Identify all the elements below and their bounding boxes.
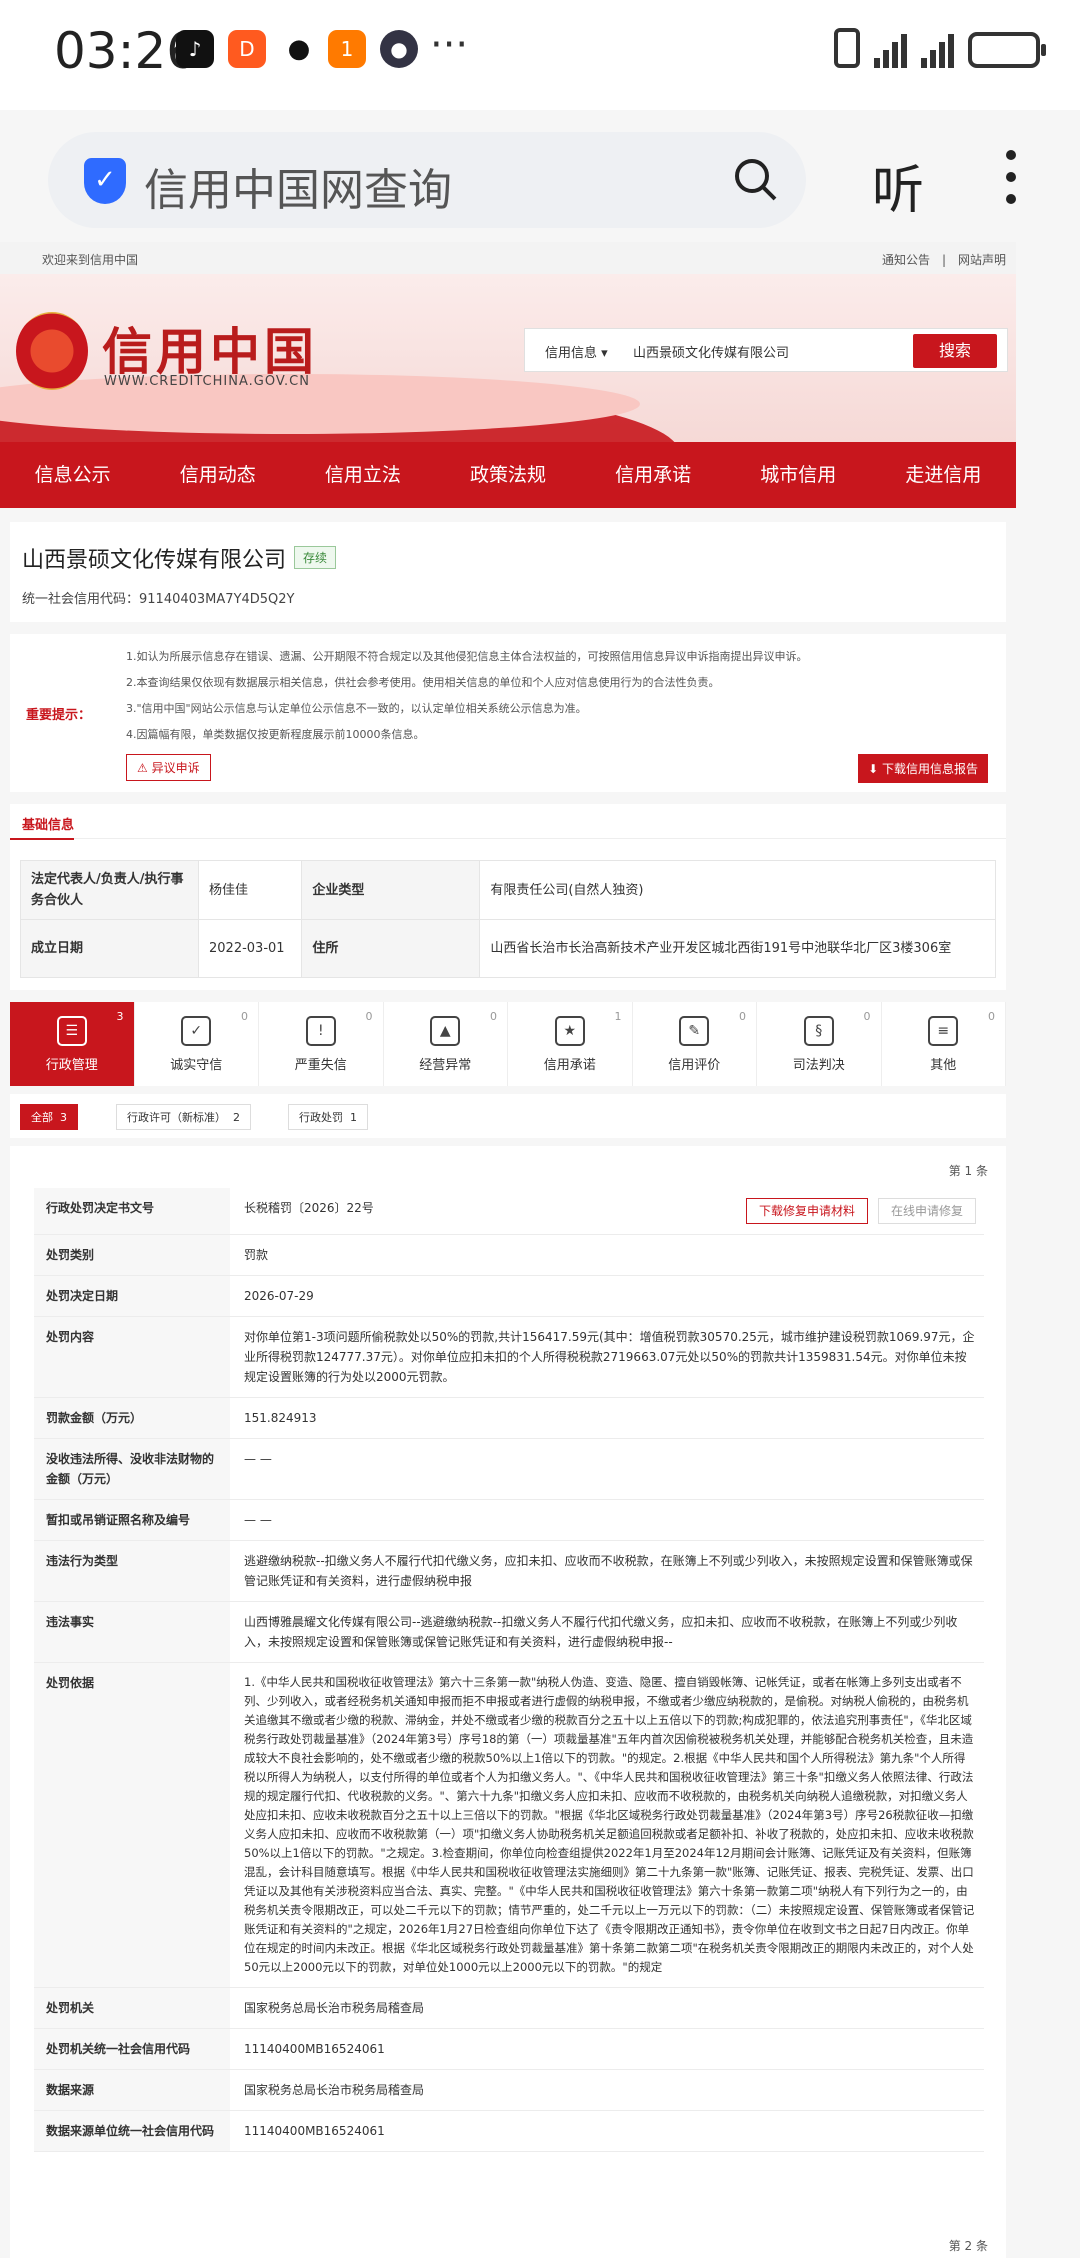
nav-item-city[interactable]: 城市信用 xyxy=(726,442,871,508)
table-row: 处罚决定日期 2026-07-29 xyxy=(34,1275,984,1317)
download-report-button[interactable]: ⬇ 下载信用信息报告 xyxy=(858,754,988,783)
site-search-input[interactable]: 山西景硕文化传媒有限公司 xyxy=(633,342,789,361)
table-row: 暂扣或吊销证照名称及编号 — — xyxy=(34,1499,984,1541)
main-nav: 信息公示 信用动态 信用立法 政策法规 信用承诺 城市信用 走进信用 xyxy=(0,442,1016,508)
nav-item-policy[interactable]: 政策法规 xyxy=(435,442,580,508)
table-row: 数据来源 国家税务总局长治市税务局稽查局 xyxy=(34,2069,984,2111)
battery-charging-icon xyxy=(968,32,1046,68)
filter-license[interactable]: 行政许可（新标准） 2 xyxy=(116,1104,251,1130)
nav-item-news[interactable]: 信用动态 xyxy=(145,442,290,508)
status-bar: 03:26 ♪ D ● 1 ● ··· xyxy=(0,0,1080,110)
judgement-icon: § xyxy=(803,1016,834,1046)
filter-all[interactable]: 全部 3 xyxy=(20,1104,78,1130)
warning-card-icon: ! xyxy=(305,1016,336,1046)
objection-button[interactable]: ⚠ 异议申诉 xyxy=(126,754,211,781)
signal-2-icon xyxy=(921,34,954,68)
company-header: 山西景硕文化传媒有限公司 存续 统一社会信用代码：91140403MA7Y4D5… xyxy=(10,522,1006,622)
table-row: 没收违法所得、没收非法财物的金额（万元） — — xyxy=(34,1438,984,1500)
basic-info: 基础信息 法定代表人/负责人/执行事务合伙人 杨佳佳 企业类型 有限责任公司(自… xyxy=(10,804,1006,990)
section-title: 基础信息 xyxy=(22,818,75,833)
alibaba-1688-icon: 1 xyxy=(328,30,366,68)
notice-lines: 1.如认为所展示信息存在错误、遗漏、公开期限不符合规定以及其他侵犯信息主体合法权… xyxy=(126,650,808,741)
table-row: 罚款金额（万元） 151.824913 xyxy=(34,1397,984,1439)
table-row: 行政处罚决定书文号 长税稽罚〔2026〕22号 在线申请修复 下载修复申请材料 xyxy=(34,1188,984,1235)
site-search-box[interactable]: 信用信息 ▾ 山西景硕文化传媒有限公司 搜索 xyxy=(524,328,1008,372)
tab-honest[interactable]: ✓ 诚实守信 0 xyxy=(135,1002,259,1086)
download-repair-button[interactable]: 下载修复申请材料 xyxy=(745,1198,868,1224)
status-badge: 存续 xyxy=(294,546,337,569)
table-row: 处罚依据 1.《中华人民共和国税收征收管理法》第六十三条第一款"纳税人伪造、变造、… xyxy=(34,1662,984,1988)
tab-judgement[interactable]: § 司法判决 0 xyxy=(757,1002,882,1086)
online-repair-button[interactable]: 在线申请修复 xyxy=(877,1198,976,1224)
top-links[interactable]: 通知公告 | 网站声明 xyxy=(882,251,1006,268)
site-banner: 信用中国 WWW.CREDITCHINA.GOV.CN 信用信息 ▾ 山西景硕文… xyxy=(0,274,1016,442)
site-topline: 欢迎来到信用中国 通知公告 | 网站声明 xyxy=(0,242,1016,274)
site-logo-url: WWW.CREDITCHINA.GOV.CN xyxy=(104,374,310,389)
table-row: 成立日期 2022-03-01 住所 山西省长治市长治高新技术产业开发区城北西街… xyxy=(20,919,996,978)
notice-label: 重要提示： xyxy=(26,708,92,723)
shield-check-icon: ✓ xyxy=(181,1016,212,1046)
nav-item-info[interactable]: 信息公示 xyxy=(0,442,145,508)
table-row: 处罚内容 对你单位第1-3项问题所偷税款处以50%的罚款,共计156417.59元… xyxy=(34,1316,984,1398)
nav-item-legislation[interactable]: 信用立法 xyxy=(290,442,435,508)
table-row: 处罚机关 国家税务总局长治市税务局稽查局 xyxy=(34,1987,984,2029)
basic-info-table: 法定代表人/负责人/执行事务合伙人 杨佳佳 企业类型 有限责任公司(自然人独资)… xyxy=(20,860,996,978)
penalty-record: 第 1 条 行政处罚决定书文号 长税稽罚〔2026〕22号 在线申请修复 下载修复申请… xyxy=(10,1146,1006,2258)
didi-icon: D xyxy=(228,30,266,68)
tab-evaluation[interactable]: ✎ 信用评价 0 xyxy=(633,1002,757,1086)
status-indicators xyxy=(834,28,1046,68)
table-row: 违法事实 山西博雅晨耀文化传媒有限公司--逃避缴纳税款--扣缴义务人不履行代扣代缴… xyxy=(34,1601,984,1663)
company-name: 山西景硕文化传媒有限公司 xyxy=(22,548,287,573)
nav-item-promise[interactable]: 信用承诺 xyxy=(581,442,726,508)
browser-search-bar[interactable]: ✓ 信用中国网查询 xyxy=(48,132,806,228)
more-menu-icon[interactable] xyxy=(1006,150,1018,216)
credit-code: 统一社会信用代码：91140403MA7Y4D5Q2Y xyxy=(22,592,295,607)
browser-search-text[interactable]: 信用中国网查询 xyxy=(144,154,452,218)
category-tabs: ☰ 行政管理 3 ✓ 诚实守信 0 ! 严重失信 0 ▲ 经营异常 0 ★ 信用承诺 1 ✎ 信用评价… xyxy=(10,1002,1006,1086)
record-index-next: 第 2 条 xyxy=(948,2239,988,2253)
signal-icon xyxy=(874,34,907,68)
vibrate-icon xyxy=(834,28,860,68)
listen-button[interactable]: 听 xyxy=(872,148,924,223)
app-avatar-icon: ● xyxy=(380,30,418,68)
table-row: 处罚类别 罚款 xyxy=(34,1234,984,1276)
qq-icon: ● xyxy=(280,30,318,68)
table-row: 法定代表人/负责人/执行事务合伙人 杨佳佳 企业类型 有限责任公司(自然人独资) xyxy=(20,860,996,920)
more-notifications-icon: ··· xyxy=(430,22,469,68)
nav-item-about[interactable]: 走进信用 xyxy=(871,442,1016,508)
search-type-select[interactable]: 信用信息 ▾ xyxy=(545,342,608,361)
other-doc-icon: ≡ xyxy=(928,1016,959,1046)
welcome-text: 欢迎来到信用中国 xyxy=(42,253,139,267)
alarm-icon: ▲ xyxy=(430,1016,461,1046)
important-notice: 重要提示： 1.如认为所展示信息存在错误、遗漏、公开期限不符合规定以及其他侵犯信… xyxy=(10,634,1006,792)
tab-promise[interactable]: ★ 信用承诺 1 xyxy=(508,1002,633,1086)
table-row: 数据来源单位统一社会信用代码 11140400MB16524061 xyxy=(34,2110,984,2152)
tab-admin[interactable]: ☰ 行政管理 3 xyxy=(10,1002,135,1086)
promise-doc-icon: ★ xyxy=(554,1016,585,1046)
admin-doc-icon: ☰ xyxy=(56,1016,87,1046)
tab-serious-dishonest[interactable]: ! 严重失信 0 xyxy=(259,1002,384,1086)
table-row: 处罚机关统一社会信用代码 11140400MB16524061 xyxy=(34,2028,984,2070)
tab-abnormal[interactable]: ▲ 经营异常 0 xyxy=(384,1002,508,1086)
evaluation-icon: ✎ xyxy=(679,1016,710,1046)
table-row: 违法行为类型 逃避缴纳税款--扣缴义务人不履行代扣代缴义务，应扣未扣、应收而不收税… xyxy=(34,1540,984,1602)
filter-penalty[interactable]: 行政处罚 1 xyxy=(288,1104,368,1130)
security-shield-icon: ✓ xyxy=(84,158,126,204)
penalty-table: 行政处罚决定书文号 长税稽罚〔2026〕22号 在线申请修复 下载修复申请材料 处罚类… xyxy=(34,1188,984,2152)
record-filters: 全部 3 行政许可（新标准） 2 行政处罚 1 xyxy=(10,1094,1006,1138)
site-search-button[interactable]: 搜索 xyxy=(913,334,997,368)
tab-other[interactable]: ≡ 其他 0 xyxy=(882,1002,1006,1086)
tiktok-icon: ♪ xyxy=(176,30,214,68)
record-index: 第 1 条 xyxy=(948,1164,988,1178)
search-icon[interactable] xyxy=(732,156,778,202)
national-emblem-icon xyxy=(16,312,88,390)
